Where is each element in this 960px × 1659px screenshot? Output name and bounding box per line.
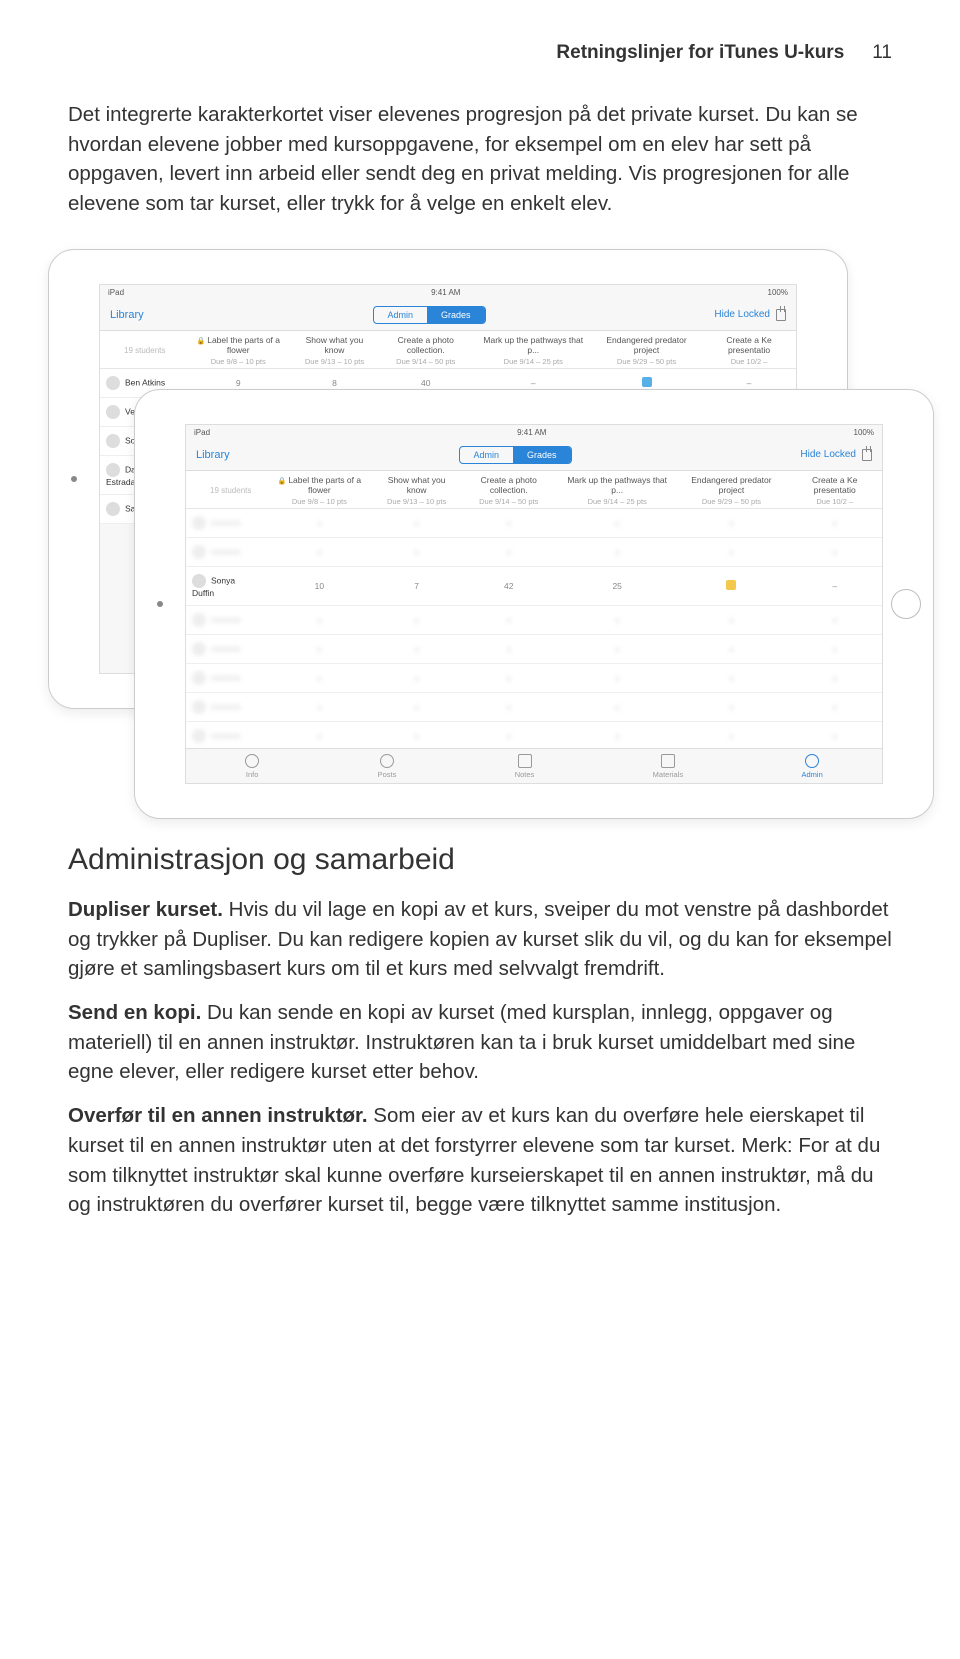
col-header[interactable]: Mark up the pathways that p...Due 9/14 –… — [476, 331, 591, 369]
table-row: xxxxxxxxxxxxx — [186, 605, 882, 634]
status-device: iPad — [108, 288, 124, 297]
nav-library[interactable]: Library — [196, 449, 230, 461]
avatar — [106, 376, 120, 390]
col-header[interactable]: Label the parts of a flowerDue 9/8 – 10 … — [184, 331, 293, 369]
student-count: 19 students — [186, 471, 264, 509]
col-header[interactable]: Create a photo collection.Due 9/14 – 50 … — [459, 471, 559, 509]
table-row: xxxxxxxxxxxxx — [186, 537, 882, 566]
share-icon[interactable] — [862, 449, 872, 461]
col-header[interactable]: Create a photo collection.Due 9/14 – 50 … — [376, 331, 476, 369]
col-header[interactable]: Label the parts of a flowerDue 9/8 – 10 … — [264, 471, 375, 509]
tab-notes[interactable]: Notes — [515, 754, 535, 779]
admin-icon — [805, 754, 819, 768]
para-send-kopi: Send en kopi. Du kan sende en kopi av ku… — [68, 998, 892, 1087]
avatar — [106, 405, 120, 419]
table-row: xxxxxxxxxxxxx — [186, 634, 882, 663]
seg-admin[interactable]: Admin — [460, 447, 514, 463]
para-send-lead: Send en kopi. — [68, 1001, 201, 1024]
status-bar: iPad 9:41 AM 100% — [186, 425, 882, 440]
pencil-icon — [726, 580, 736, 590]
camera-icon — [71, 476, 77, 482]
tab-admin[interactable]: Admin — [801, 754, 822, 779]
status-bar: iPad 9:41 AM 100% — [100, 285, 796, 300]
ipad-screenshots: iPad 9:41 AM 100% Library Admin Grades H… — [68, 249, 892, 809]
running-title: Retningslinjer for iTunes U-kurs — [556, 42, 844, 64]
col-header[interactable]: Show what you knowDue 9/13 – 10 pts — [375, 471, 459, 509]
avatar — [106, 463, 120, 477]
grade-cell[interactable]: 25 — [559, 566, 676, 605]
status-time: 9:41 AM — [517, 428, 546, 437]
student-count: 19 students — [100, 331, 184, 369]
camera-icon — [157, 601, 163, 607]
tab-materials[interactable]: Materials — [653, 754, 683, 779]
col-header[interactable]: Show what you knowDue 9/13 – 10 pts — [293, 331, 376, 369]
seg-grades[interactable]: Grades — [427, 307, 485, 323]
grade-cell[interactable]: – — [787, 566, 882, 605]
seg-admin[interactable]: Admin — [374, 307, 428, 323]
materials-icon — [661, 754, 675, 768]
table-row: xxxxxxxxxxxxx — [186, 721, 882, 750]
table-row[interactable]: Sonya Duffin1074225– — [186, 566, 882, 605]
intro-paragraph: Det integrerte karakterkortet viser elev… — [68, 100, 892, 219]
para-dupliser: Dupliser kurset. Hvis du vil lage en kop… — [68, 895, 892, 984]
col-header[interactable]: Endangered predator projectDue 9/29 – 50… — [591, 331, 702, 369]
table-row: xxxxxxxxxxxxx — [186, 692, 882, 721]
posts-icon — [380, 754, 394, 768]
hide-locked-button[interactable]: Hide Locked — [800, 449, 856, 460]
col-header[interactable]: Create a Ke presentatioDue 10/2 – — [702, 331, 796, 369]
home-button — [891, 589, 921, 619]
grade-cell[interactable]: 10 — [264, 566, 375, 605]
col-header[interactable]: Create a Ke presentatioDue 10/2 – — [787, 471, 882, 509]
segmented-control[interactable]: Admin Grades — [459, 446, 572, 464]
table-row: xxxxxxxxxxxxx — [186, 508, 882, 537]
avatar — [106, 434, 120, 448]
tab-bar: Info Posts Notes Materials Admin — [186, 748, 882, 783]
status-battery: 100% — [854, 428, 874, 437]
status-device: iPad — [194, 428, 210, 437]
status-time: 9:41 AM — [431, 288, 460, 297]
flag-icon — [642, 377, 652, 387]
col-header[interactable]: Endangered predator projectDue 9/29 – 50… — [675, 471, 787, 509]
grade-cell[interactable]: 7 — [375, 566, 459, 605]
segmented-control[interactable]: Admin Grades — [373, 306, 486, 324]
ipad-front: iPad 9:41 AM 100% Library Admin Grades H… — [134, 389, 934, 819]
para-dupliser-lead: Dupliser kurset. — [68, 898, 223, 921]
nav-library[interactable]: Library — [110, 309, 144, 321]
section-heading: Administrasjon og samarbeid — [68, 843, 892, 877]
seg-grades[interactable]: Grades — [513, 447, 571, 463]
page-number: 11 — [872, 42, 892, 64]
notes-icon — [518, 754, 532, 768]
tab-info[interactable]: Info — [245, 754, 259, 779]
para-overfor-lead: Overfør til en annen instruktør. — [68, 1104, 368, 1127]
status-battery: 100% — [768, 288, 788, 297]
table-row: xxxxxxxxxxxxx — [186, 663, 882, 692]
tab-posts[interactable]: Posts — [378, 754, 397, 779]
grade-cell[interactable] — [675, 566, 787, 605]
info-icon — [245, 754, 259, 768]
gradebook-table-front: 19 students Label the parts of a flowerD… — [186, 471, 882, 784]
para-overfor: Overfør til en annen instruktør. Som eie… — [68, 1101, 892, 1220]
hide-locked-button[interactable]: Hide Locked — [714, 309, 770, 320]
col-header[interactable]: Mark up the pathways that p...Due 9/14 –… — [559, 471, 676, 509]
avatar — [106, 502, 120, 516]
share-icon[interactable] — [776, 309, 786, 321]
grade-cell[interactable]: 42 — [459, 566, 559, 605]
avatar — [192, 574, 206, 588]
